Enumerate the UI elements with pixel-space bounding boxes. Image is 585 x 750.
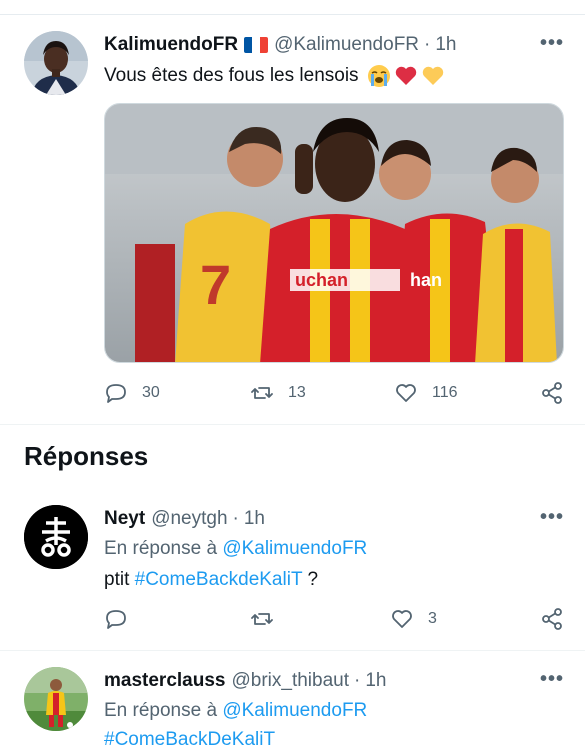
- display-name[interactable]: Neyt: [104, 508, 145, 530]
- tweet-text: Vous êtes des fous les lensois: [104, 64, 445, 88]
- share-icon: [542, 608, 562, 630]
- yellow-heart-icon: [422, 66, 443, 85]
- france-flag-icon: [244, 37, 269, 53]
- tweet-actions: 30 13 116: [104, 381, 564, 411]
- reply-prefix: En réponse à: [104, 538, 218, 559]
- tweet-body-end: ?: [302, 569, 319, 590]
- reply-to-link[interactable]: @KalimuendoFR: [222, 538, 367, 559]
- hashtag-link[interactable]: #ComeBackDeKaliT: [104, 729, 275, 750]
- like-button[interactable]: 3: [390, 607, 437, 631]
- tweet-media-photo[interactable]: 7 uchan han: [104, 103, 564, 363]
- reply-to-link[interactable]: @KalimuendoFR: [222, 700, 367, 721]
- more-options-icon[interactable]: •••: [540, 506, 564, 529]
- leviathan-cross-avatar-icon: [24, 505, 88, 569]
- share-button[interactable]: [540, 381, 564, 405]
- divider: [0, 424, 585, 425]
- reply-icon: [106, 384, 126, 403]
- user-handle[interactable]: @neytgh: [151, 508, 227, 530]
- display-name[interactable]: KalimuendoFR: [104, 34, 238, 56]
- retweet-button[interactable]: [250, 607, 274, 631]
- reply-prefix: En réponse à: [104, 700, 218, 721]
- divider: [0, 650, 585, 651]
- tweet-header: Neyt @neytgh · 1h: [104, 508, 265, 530]
- separator: ·: [232, 508, 239, 529]
- user-handle[interactable]: @KalimuendoFR: [274, 34, 419, 56]
- like-count: 3: [428, 610, 437, 627]
- reply-button[interactable]: 30: [104, 381, 160, 405]
- tweet-body: Vous êtes des fous les lensois: [104, 65, 359, 86]
- like-count: 116: [432, 384, 458, 401]
- svg-text:han: han: [410, 270, 442, 290]
- timestamp[interactable]: 1h: [435, 34, 456, 56]
- more-options-icon[interactable]: •••: [540, 668, 564, 691]
- user-handle[interactable]: @brix_thibaut: [231, 670, 349, 692]
- reply-button[interactable]: [104, 607, 128, 631]
- like-button[interactable]: 116: [394, 381, 458, 405]
- svg-text:7: 7: [200, 253, 231, 316]
- reply-context: En réponse à @KalimuendoFR: [104, 538, 367, 560]
- replies-heading: Réponses: [24, 441, 149, 471]
- separator: ·: [354, 670, 361, 691]
- share-button[interactable]: [540, 607, 564, 631]
- reply-icon: [106, 610, 126, 629]
- tweet-actions: 3: [104, 607, 564, 637]
- heart-icon: [392, 610, 412, 628]
- tweet-header: KalimuendoFR @KalimuendoFR · 1h: [104, 34, 457, 56]
- tweet-text: #ComeBackDeKaliT: [104, 729, 275, 750]
- retweet-icon: [251, 613, 273, 625]
- football-player-avatar-icon: [24, 667, 88, 731]
- tweet-body: ptit: [104, 569, 130, 590]
- retweet-button[interactable]: 13: [250, 381, 306, 405]
- timestamp[interactable]: 1h: [365, 670, 386, 692]
- retweet-count: 13: [288, 384, 306, 401]
- heart-icon: [396, 384, 416, 402]
- svg-text:uchan: uchan: [295, 270, 348, 290]
- loudly-crying-face-icon: [367, 65, 390, 87]
- avatar[interactable]: [24, 667, 88, 731]
- avatar-image: [24, 31, 88, 95]
- more-options-icon[interactable]: •••: [540, 32, 564, 55]
- reply-count: 30: [142, 384, 160, 401]
- hashtag-link[interactable]: #ComeBackdeKaliT: [135, 569, 303, 590]
- retweet-icon: [251, 387, 273, 399]
- avatar[interactable]: [24, 505, 88, 569]
- timestamp[interactable]: 1h: [244, 508, 265, 530]
- display-name[interactable]: masterclauss: [104, 670, 225, 692]
- reply-context: En réponse à @KalimuendoFR: [104, 700, 367, 722]
- photo-of-lens-football-players: 7 uchan han: [105, 104, 563, 362]
- tweet-text: ptit #ComeBackdeKaliT ?: [104, 569, 318, 591]
- top-divider: [0, 14, 585, 15]
- share-icon: [542, 382, 562, 404]
- tweet-header: masterclauss @brix_thibaut · 1h: [104, 670, 386, 692]
- avatar[interactable]: [24, 31, 88, 95]
- separator: ·: [424, 34, 431, 55]
- red-heart-icon: [395, 66, 416, 85]
